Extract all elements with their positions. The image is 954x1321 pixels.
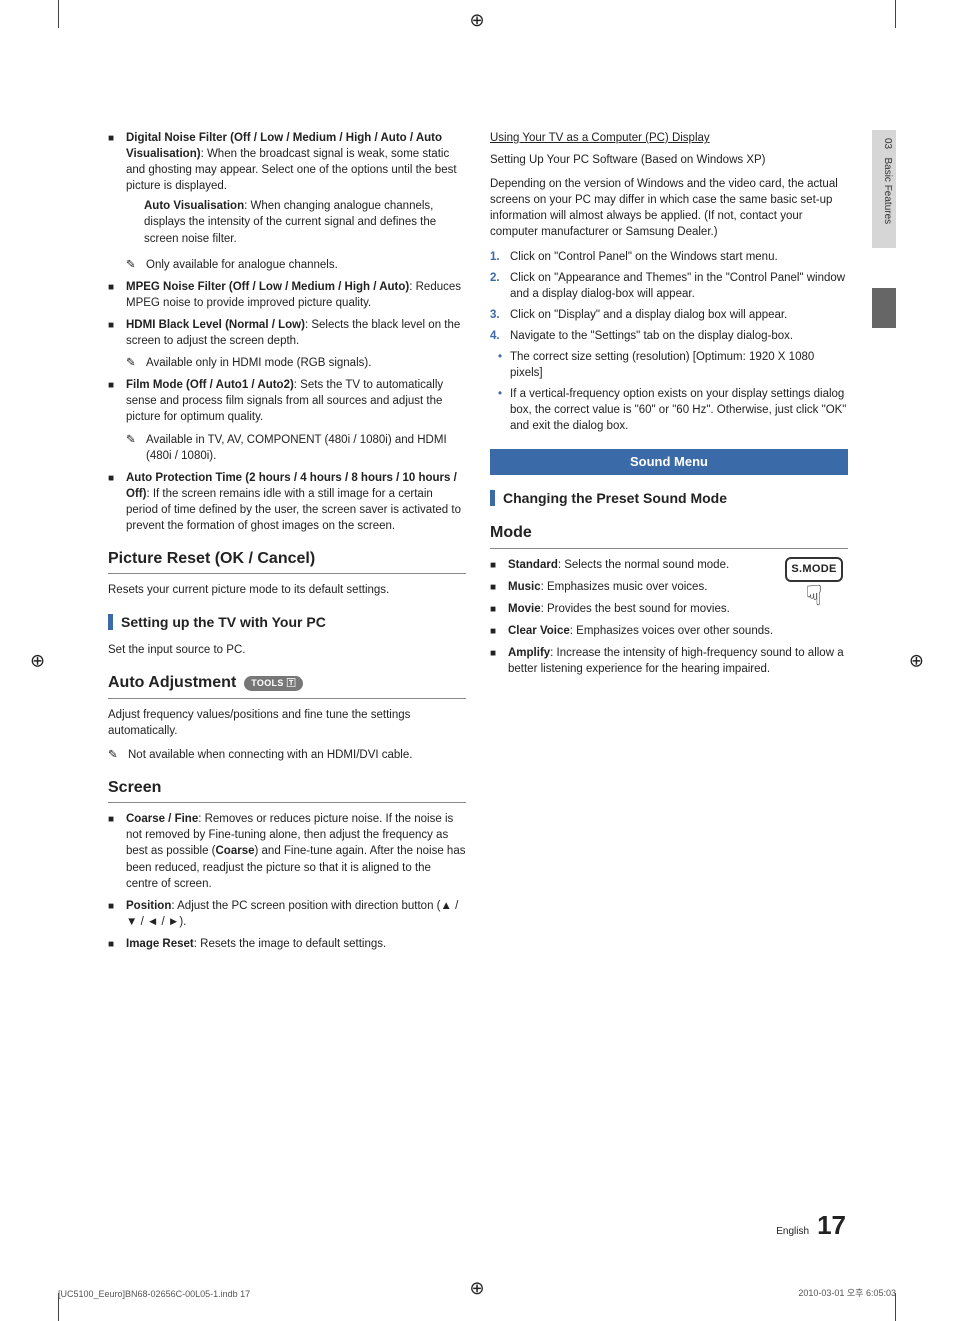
note: ✎ Only available for analogue channels. [126, 257, 466, 273]
smode-illustration: S.MODE ☟ [780, 557, 848, 623]
item-body: : Selects the normal sound mode. [558, 559, 729, 571]
registration-mark-bottom-icon: ⊕ [469, 1278, 484, 1299]
heading-accent-bar [108, 614, 113, 630]
registration-mark-right-icon: ⊕ [909, 650, 924, 671]
heading-picture-reset: Picture Reset (OK / Cancel) [108, 548, 466, 574]
item-bold-inline: Coarse [216, 845, 255, 857]
chapter-number: 03 [882, 138, 893, 149]
heading-text: Changing the Preset Sound Mode [503, 489, 727, 509]
item-head: Coarse / Fine [126, 813, 198, 825]
note-icon: ✎ [126, 432, 146, 464]
heading-auto-adjustment: Auto Adjustment TOOLS 🅃 [108, 672, 466, 698]
item-body: : Adjust the PC screen position with dir… [126, 900, 458, 928]
list-item: ■ Position: Adjust the PC screen positio… [108, 898, 466, 930]
item-body: : Provides the best sound for movies. [541, 603, 730, 615]
note-icon: ✎ [126, 257, 146, 273]
registration-mark-left-icon: ⊕ [30, 650, 45, 671]
heading-screen: Screen [108, 777, 466, 803]
pc-intro-1: Setting Up Your PC Software (Based on Wi… [490, 152, 848, 168]
step-text: Click on "Control Panel" on the Windows … [510, 249, 848, 265]
note-text: Available in TV, AV, COMPONENT (480i / 1… [146, 432, 466, 464]
note: ✎ Available only in HDMI mode (RGB signa… [126, 355, 466, 371]
list-item: ■ MPEG Noise Filter (Off / Low / Medium … [108, 279, 466, 311]
list-item: ■ HDMI Black Level (Normal / Low): Selec… [108, 317, 466, 349]
heading-accent-bar [490, 490, 495, 506]
item-head: HDMI Black Level (Normal / Low) [126, 319, 305, 331]
item-head: Standard [508, 559, 558, 571]
heading-mode: Mode [490, 522, 848, 548]
pc-intro-2: Depending on the version of Windows and … [490, 176, 848, 240]
left-column: ■ Digital Noise Filter (Off / Low / Medi… [108, 130, 466, 958]
crop-mark [58, 0, 59, 28]
pc-display-head: Using Your TV as a Computer (PC) Display [490, 130, 848, 146]
step-item: 4.Navigate to the "Settings" tab on the … [490, 328, 848, 344]
item-body: : Increase the intensity of high-frequen… [508, 647, 844, 675]
list-item: ■Clear Voice: Emphasizes voices over oth… [490, 623, 848, 639]
tools-label: TOOLS [251, 677, 283, 690]
tools-pill: TOOLS 🅃 [244, 676, 303, 691]
note: ✎ Available in TV, AV, COMPONENT (480i /… [126, 432, 466, 464]
list-item: ■Movie: Provides the best sound for movi… [490, 601, 770, 617]
page-footer: English 17 [776, 1210, 846, 1241]
heading-text: Setting up the TV with Your PC [121, 613, 326, 633]
list-item: ■Amplify: Increase the intensity of high… [490, 645, 848, 677]
item-head: Movie [508, 603, 541, 615]
heading-text: Auto Adjustment [108, 672, 236, 694]
print-footer-right: 2010-03-01 오후 6:05:03 [798, 1286, 896, 1299]
item-body: : Resets the image to default settings. [194, 938, 386, 950]
sub-step-text: If a vertical-frequency option exists on… [510, 386, 848, 434]
step-item: 1.Click on "Control Panel" on the Window… [490, 249, 848, 265]
note-icon: ✎ [108, 747, 128, 763]
picture-reset-body: Resets your current picture mode to its … [108, 582, 466, 598]
step-text: Navigate to the "Settings" tab on the di… [510, 328, 848, 344]
hand-press-icon: ☟ [780, 582, 848, 610]
heading-changing-preset: Changing the Preset Sound Mode [490, 489, 848, 509]
list-item: ■ Image Reset: Resets the image to defau… [108, 936, 466, 952]
side-tab-current [872, 288, 896, 328]
step-text: Click on "Display" and a display dialog … [510, 307, 848, 323]
item-body: : If the screen remains idle with a stil… [126, 488, 461, 532]
list-item: ■ Digital Noise Filter (Off / Low / Medi… [108, 130, 466, 251]
chapter-title: Basic Features [882, 157, 893, 224]
subitem-head: Auto Visualisation [144, 200, 244, 212]
sub-step-text: The correct size setting (resolution) [O… [510, 349, 848, 381]
item-head: Clear Voice [508, 625, 570, 637]
list-item: ■Music: Emphasizes music over voices. [490, 579, 770, 595]
item-head: Position [126, 900, 171, 912]
footer-language: English [776, 1226, 809, 1237]
step-text: Click on "Appearance and Themes" in the … [510, 270, 848, 302]
note-text: Not available when connecting with an HD… [128, 747, 466, 763]
step-item: 2.Click on "Appearance and Themes" in th… [490, 270, 848, 302]
setup-pc-body: Set the input source to PC. [108, 642, 466, 658]
auto-adj-body: Adjust frequency values/positions and fi… [108, 707, 466, 739]
footer-page-number: 17 [817, 1210, 846, 1241]
item-head: Image Reset [126, 938, 194, 950]
print-footer-left: [UC5100_Eeuro]BN68-02656C-00L05-1.indb 1… [58, 1289, 250, 1299]
side-tab: 03 Basic Features [872, 130, 896, 248]
list-item: ■ Auto Protection Time (2 hours / 4 hour… [108, 470, 466, 534]
tools-icon: 🅃 [287, 677, 296, 690]
step-item: 3.Click on "Display" and a display dialo… [490, 307, 848, 323]
list-item: ■Standard: Selects the normal sound mode… [490, 557, 770, 573]
right-column: Using Your TV as a Computer (PC) Display… [490, 130, 848, 958]
item-head: Amplify [508, 647, 550, 659]
item-head: Film Mode (Off / Auto1 / Auto2) [126, 379, 294, 391]
registration-mark-top-icon: ⊕ [469, 10, 484, 31]
list-item: ■ Coarse / Fine: Removes or reduces pict… [108, 811, 466, 891]
note-text: Only available for analogue channels. [146, 257, 466, 273]
crop-mark [895, 0, 896, 28]
item-head: Music [508, 581, 541, 593]
sub-step-item: •If a vertical-frequency option exists o… [490, 386, 848, 434]
section-band-sound-menu: Sound Menu [490, 449, 848, 475]
note-icon: ✎ [126, 355, 146, 371]
item-body: : Emphasizes voices over other sounds. [570, 625, 773, 637]
note: ✎ Not available when connecting with an … [108, 747, 466, 763]
item-head: MPEG Noise Filter (Off / Low / Medium / … [126, 281, 409, 293]
heading-setup-pc: Setting up the TV with Your PC [108, 613, 466, 633]
sub-step-item: •The correct size setting (resolution) [… [490, 349, 848, 381]
item-body: : Emphasizes music over voices. [541, 581, 708, 593]
smode-button-label: S.MODE [785, 557, 842, 582]
note-text: Available only in HDMI mode (RGB signals… [146, 355, 466, 371]
list-item: ■ Film Mode (Off / Auto1 / Auto2): Sets … [108, 377, 466, 425]
